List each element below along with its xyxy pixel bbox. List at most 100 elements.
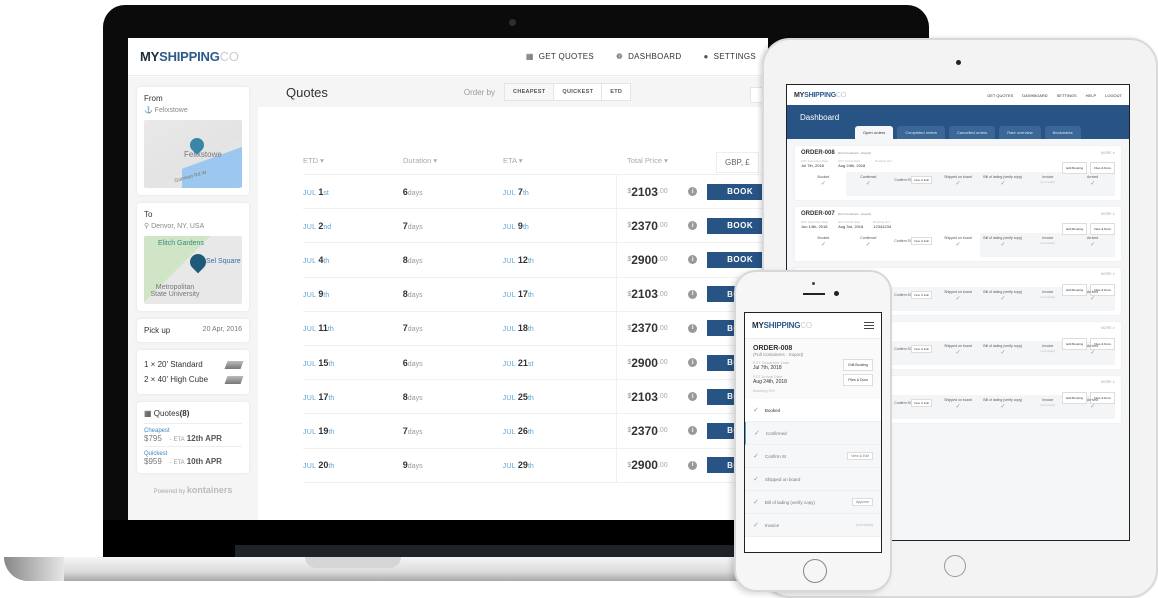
etd-cell: JUL 9th	[303, 289, 330, 300]
table-row: JUL20th 9days JUL29th $2900.00 i BOOK	[303, 448, 768, 483]
order-step: Shipped on board ✓	[936, 172, 981, 196]
check-icon: ✓	[1000, 242, 1006, 248]
book-button[interactable]: BOOK	[707, 251, 768, 268]
view-edit-button[interactable]: View & Edit	[910, 291, 933, 299]
map-label: Sel Square	[206, 258, 241, 265]
containers-card[interactable]: 1 × 20' Standard 2 × 40' High Cube	[137, 350, 249, 394]
to-map[interactable]: Elitch Gardens Sel Square Metropolitan S…	[144, 236, 242, 304]
info-icon[interactable]: i	[688, 187, 698, 197]
info-icon[interactable]: i	[688, 221, 698, 231]
check-icon: ✓	[865, 242, 871, 248]
phone-step-item[interactable]: ✓ Booked	[745, 399, 881, 422]
info-icon[interactable]: i	[688, 392, 698, 402]
files-docs-button[interactable]: Files & Docs	[843, 374, 873, 386]
order-card: ORDER-007 (Full Containers - Export) MORE …	[795, 207, 1121, 261]
order-by-label: Order by	[463, 87, 496, 97]
container-item: 1 × 20' Standard	[144, 357, 244, 372]
from-map[interactable]: Felixstowe Garrison Rd W	[144, 120, 242, 188]
table-body: JUL 1st 6days JUL 7th $2103.00 i BOOK JUL 2n…	[303, 175, 768, 483]
edit-booking-button[interactable]: Edit Booking	[843, 359, 873, 371]
nav-settings[interactable]: ● SETTINGS	[703, 52, 756, 61]
nav-dashboard[interactable]: DASHBOARD	[1022, 93, 1047, 98]
logo[interactable]: MYSHIPPINGCO	[140, 49, 239, 64]
info-icon[interactable]: i	[688, 289, 698, 299]
phone-step-item[interactable]: ✓ Shipped on board	[745, 468, 881, 491]
nav-get-quotes[interactable]: ▦ GET QUOTES	[526, 52, 594, 61]
more-dropdown[interactable]: MORE ∨	[1101, 380, 1115, 384]
to-label: To	[144, 210, 153, 219]
order-step: Arrived ✓	[1070, 341, 1115, 365]
nav-logout[interactable]: LOGOUT	[1105, 93, 1122, 98]
eta-cell: JUL 26th	[502, 425, 534, 436]
logo[interactable]: MYSHIPPINGCO	[794, 92, 846, 99]
quote-quickest[interactable]: Quickest $959- ETA 10th APR	[144, 446, 242, 466]
phone-camera	[834, 291, 839, 296]
pickup-card[interactable]: Pick up 20 Apr, 2016	[137, 319, 249, 342]
view-edit-button[interactable]: View & Edit	[910, 237, 933, 245]
container-item: 2 × 40' High Cube	[144, 372, 244, 387]
step-action-button[interactable]: View & Edit	[847, 452, 873, 460]
container-icon	[224, 360, 244, 369]
tab-open-orders[interactable]: Open orders	[855, 126, 894, 139]
phone-step-item[interactable]: ✓ Confirm SI View & Edit	[745, 445, 881, 468]
hamburger-menu-icon[interactable]	[864, 322, 874, 329]
tab-rate-overview[interactable]: Rate overview	[999, 126, 1041, 139]
duration-cell: 7days	[402, 220, 423, 231]
logo[interactable]: MYSHIPPINGCO	[752, 321, 812, 330]
order-step: Invoice (not ready)	[1040, 398, 1055, 407]
check-icon: ✓	[955, 181, 961, 187]
more-dropdown[interactable]: MORE ∨	[1101, 326, 1115, 330]
check-icon: ✓	[1090, 296, 1096, 302]
order-step: Confirmed✓	[846, 172, 891, 196]
etd-cell: JUL 1st	[303, 186, 329, 197]
order-step: Shipped on board ✓	[936, 395, 981, 419]
order-step: Confirm SI View & Edit	[891, 172, 936, 196]
tab-cancelled-orders[interactable]: Cancelled orders	[949, 126, 996, 139]
view-edit-button[interactable]: View & Edit	[910, 176, 933, 184]
to-card[interactable]: To ⚲ Denvor, NY, USA Elitch Gardens Sel …	[137, 203, 249, 311]
laptop-notch	[305, 557, 401, 568]
info-icon[interactable]: i	[688, 460, 698, 470]
book-button[interactable]: BOOK	[707, 183, 768, 200]
info-icon[interactable]: i	[688, 255, 698, 265]
info-icon[interactable]: i	[688, 426, 698, 436]
sort-eta[interactable]: ETA ▾	[503, 156, 617, 165]
nav-help[interactable]: HELP	[1086, 93, 1096, 98]
sort-duration[interactable]: Duration ▾	[403, 156, 503, 165]
duration-cell: 8days	[402, 289, 423, 300]
sort-total-price[interactable]: Total Price ▾	[617, 156, 668, 165]
map-label: Metropolitan State University	[150, 284, 200, 298]
laptop-camera	[509, 19, 516, 26]
view-edit-button[interactable]: View & Edit	[910, 345, 933, 353]
order-etd-button[interactable]: ETD	[602, 84, 630, 100]
nav-get-quotes[interactable]: GET QUOTES	[987, 93, 1013, 98]
tab-bookmarks[interactable]: Bookmarks	[1044, 126, 1081, 139]
phone-home-button	[803, 559, 827, 583]
book-button[interactable]: BOOK	[707, 217, 768, 234]
nav-settings[interactable]: SETTINGS	[1057, 93, 1077, 98]
info-icon[interactable]: i	[688, 323, 698, 333]
quotes-toolbar: Quotes Order by CHEAPEST QUICKEST ETD	[258, 77, 768, 107]
view-edit-button[interactable]: View & Edit	[910, 399, 933, 407]
more-dropdown[interactable]: MORE ∨	[1101, 151, 1115, 155]
phone-step-item[interactable]: ✓ Bill of lading (verify copy) Approve	[745, 491, 881, 514]
nav-dashboard[interactable]: ❁ DASHBOARD	[616, 52, 681, 61]
order-step: Bill of lading (verify copy) ✓	[980, 287, 1025, 311]
quote-cheapest[interactable]: Cheapest $795- ETA 12th APR	[144, 423, 242, 443]
order-quickest-button[interactable]: QUICKEST	[554, 84, 603, 100]
from-card[interactable]: From ⚓ Felixstowe Felixstowe Garrison Rd…	[137, 87, 249, 195]
eta-cell: JUL 29th	[502, 460, 534, 471]
sort-etd[interactable]: ETD ▾	[303, 156, 403, 165]
more-dropdown[interactable]: MORE ∨	[1101, 212, 1115, 216]
more-dropdown[interactable]: MORE ∨	[1101, 272, 1115, 276]
phone-step-item[interactable]: ✓ Invoice (not ready)	[745, 514, 881, 537]
price-cell: $2900.00	[616, 448, 684, 482]
phone-step-item[interactable]: ✓ Confirmed	[745, 422, 881, 445]
order-cheapest-button[interactable]: CHEAPEST	[505, 84, 555, 100]
tab-completed-orders[interactable]: Completed orders	[897, 126, 946, 139]
dashboard-icon: ❁	[616, 52, 624, 61]
info-icon[interactable]: i	[688, 358, 698, 368]
eta-cell: JUL 7th	[502, 186, 529, 197]
step-action-button[interactable]: Approve	[851, 498, 873, 506]
gear-icon: ●	[703, 52, 709, 61]
